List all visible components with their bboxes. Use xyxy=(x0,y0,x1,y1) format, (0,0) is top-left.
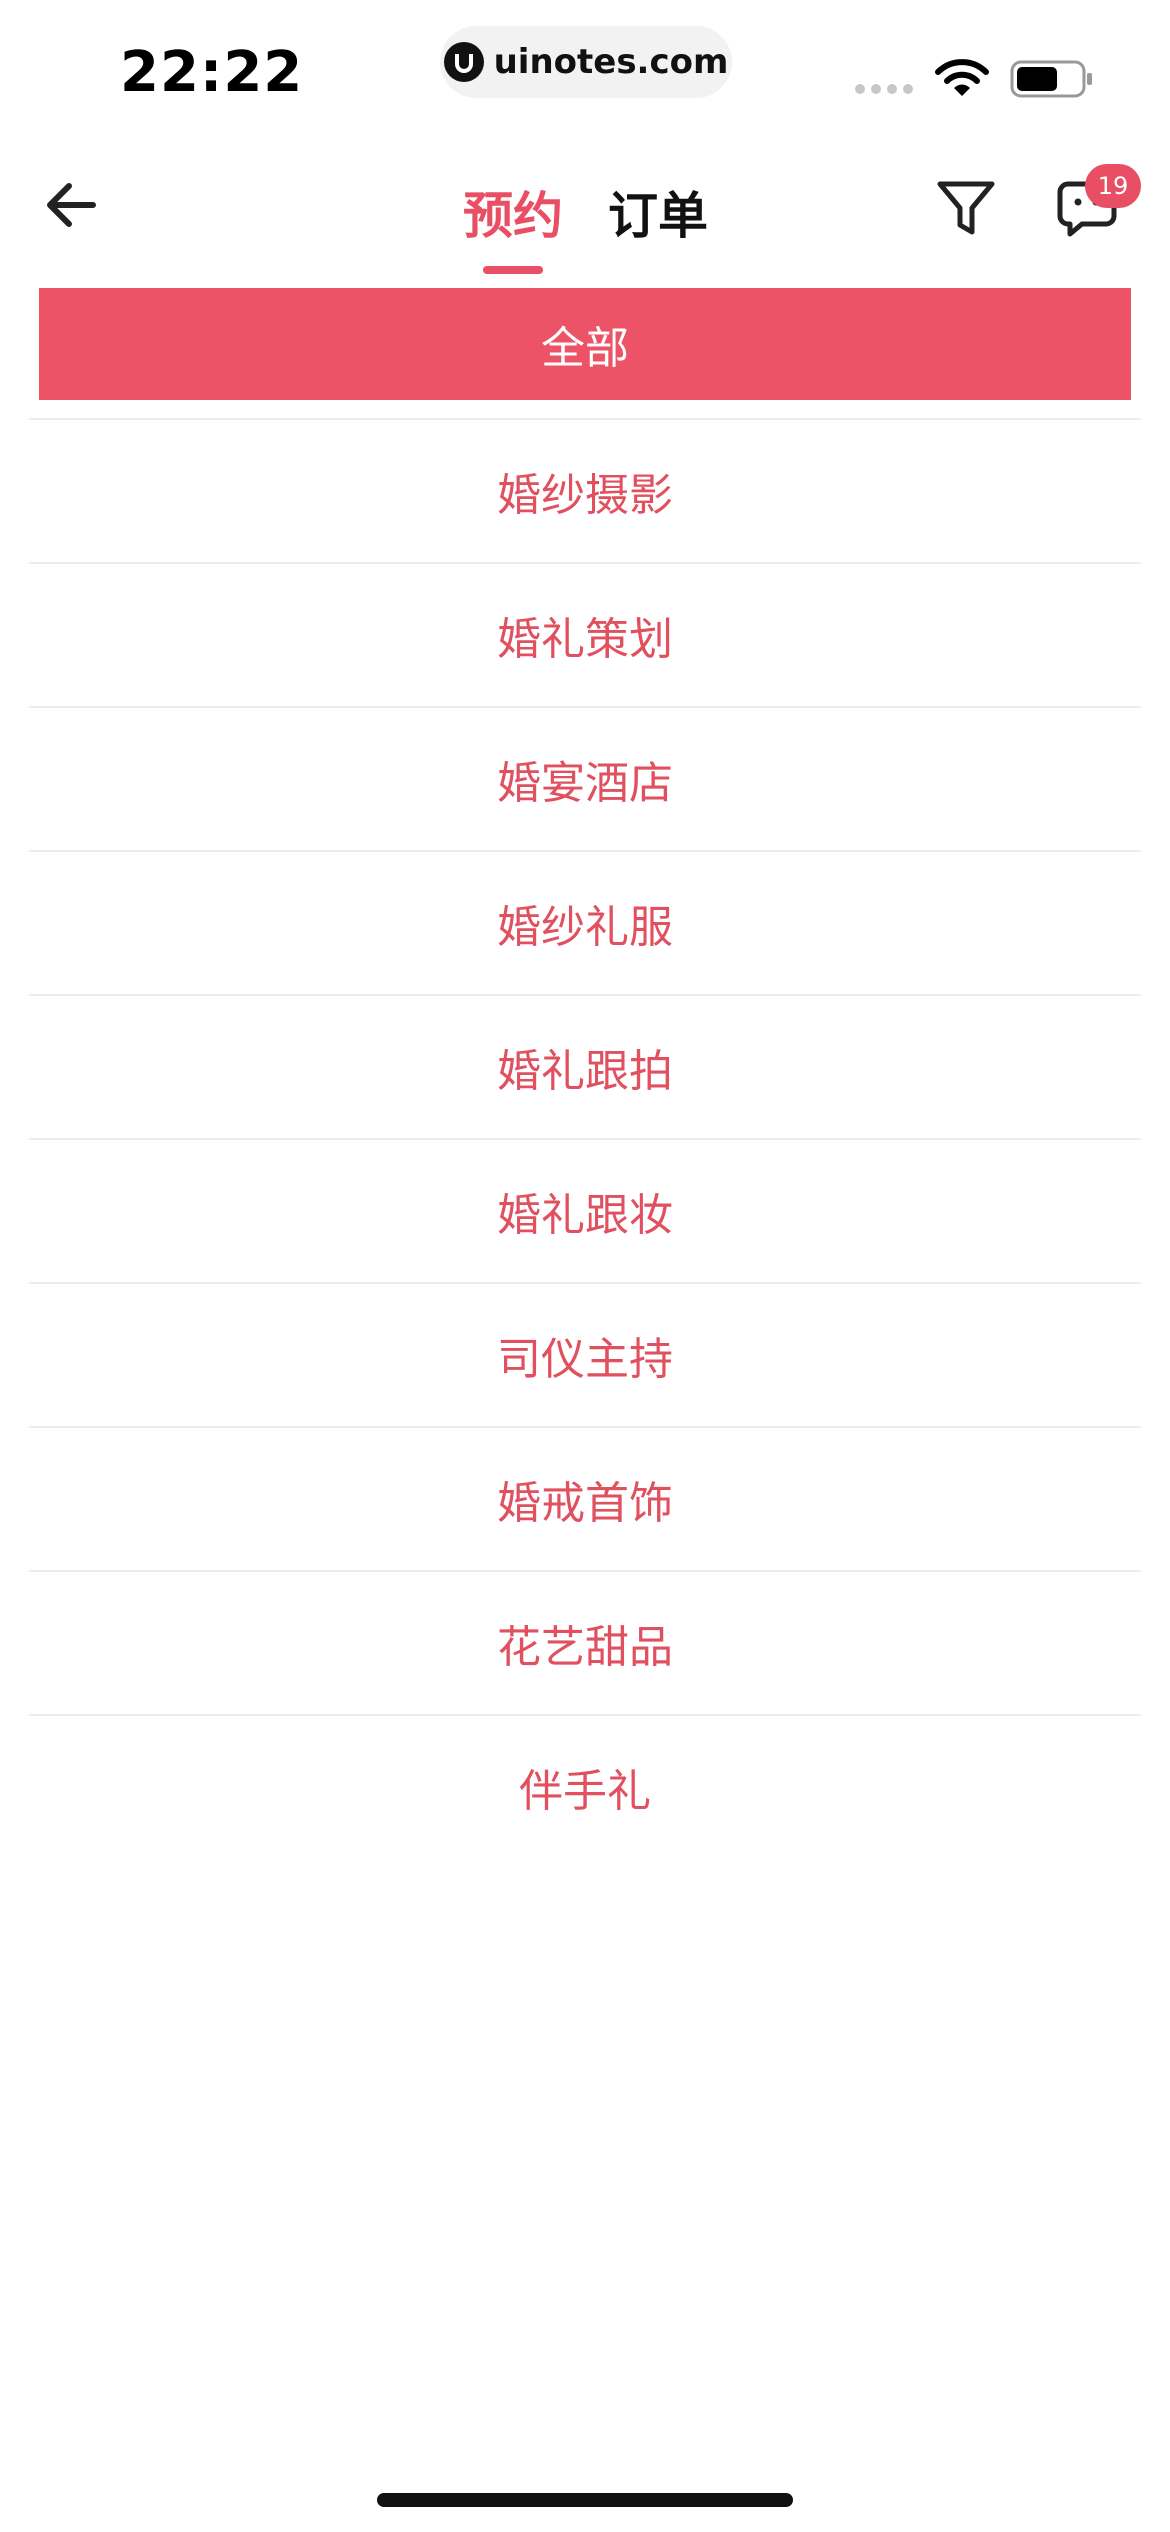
category-list: 婚纱摄影 婚礼策划 婚宴酒店 婚纱礼服 婚礼跟拍 婚礼跟妆 司仪主持 婚戒首饰 … xyxy=(29,418,1141,1858)
category-item[interactable]: 婚礼跟妆 xyxy=(29,1140,1141,1282)
status-time: 22:22 xyxy=(120,40,304,105)
category-label: 婚礼跟拍 xyxy=(497,1046,673,1097)
battery-icon xyxy=(1010,60,1092,98)
wifi-icon xyxy=(935,59,989,96)
back-button[interactable] xyxy=(36,170,106,240)
cellular-signal-icon xyxy=(855,84,919,94)
status-bar: 22:22 uinotes.com xyxy=(0,0,1170,140)
category-item[interactable]: 婚纱礼服 xyxy=(29,852,1141,994)
category-label: 婚纱摄影 xyxy=(497,470,673,521)
url-text: uinotes.com xyxy=(493,42,729,82)
category-label: 婚宴酒店 xyxy=(497,758,673,809)
message-count-badge: 19 xyxy=(1085,164,1141,208)
tab-orders[interactable]: 订单 xyxy=(608,176,708,248)
arrow-left-icon xyxy=(47,183,96,227)
category-item[interactable]: 花艺甜品 xyxy=(29,1572,1141,1714)
uinotes-logo-icon xyxy=(443,42,484,82)
category-all-selected[interactable]: 全部 xyxy=(39,288,1131,400)
category-label: 伴手礼 xyxy=(519,1766,651,1817)
category-item[interactable]: 婚礼跟拍 xyxy=(29,996,1141,1138)
category-item[interactable]: 婚戒首饰 xyxy=(29,1428,1141,1570)
category-item[interactable]: 婚礼策划 xyxy=(29,564,1141,706)
category-label: 婚戒首饰 xyxy=(497,1478,673,1529)
category-label: 婚纱礼服 xyxy=(497,902,673,953)
category-label: 婚礼跟妆 xyxy=(497,1190,673,1241)
category-item[interactable]: 婚纱摄影 xyxy=(29,420,1141,562)
category-label: 全部 xyxy=(541,323,629,374)
category-label: 司仪主持 xyxy=(497,1334,673,1385)
tab-reserve[interactable]: 预约 xyxy=(463,176,563,248)
home-indicator xyxy=(377,2493,793,2507)
active-tab-indicator xyxy=(483,266,543,274)
url-pill: uinotes.com xyxy=(440,26,732,98)
category-label: 花艺甜品 xyxy=(497,1622,673,1673)
category-item[interactable]: 司仪主持 xyxy=(29,1284,1141,1426)
category-label: 婚礼策划 xyxy=(497,614,673,665)
filter-icon xyxy=(937,181,995,235)
category-item[interactable]: 伴手礼 xyxy=(29,1716,1141,1858)
category-item[interactable]: 婚宴酒店 xyxy=(29,708,1141,850)
filter-button[interactable] xyxy=(935,176,997,238)
nav-bar: 预约 订单 19 xyxy=(0,140,1170,280)
screen: 22:22 uinotes.com 预约 订单 19 全部 婚纱摄影 婚礼策划 … xyxy=(0,0,1170,2532)
